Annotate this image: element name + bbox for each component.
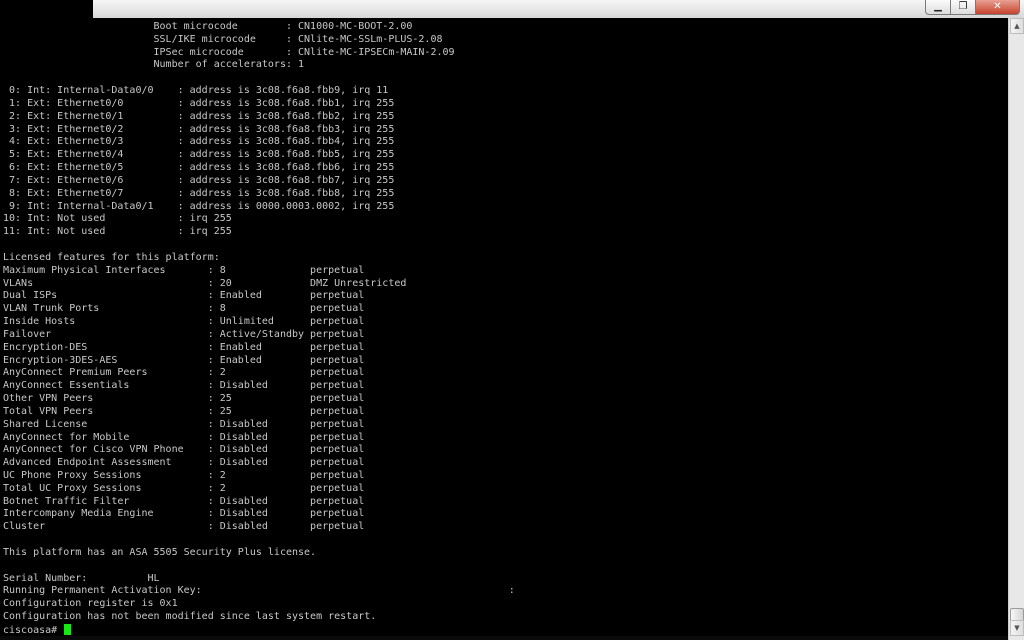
terminal-line: VLANs : 20 DMZ Unrestricted	[3, 277, 407, 289]
terminal-line: AnyConnect Premium Peers : 2 perpetual	[3, 367, 365, 379]
terminal-line: UC Phone Proxy Sessions : 2 perpetual	[3, 469, 365, 481]
terminal-line: Running Permanent Activation Key: :	[3, 585, 515, 597]
terminal-lines: Boot microcode : CN1000-MC-BOOT-2.00 SSL…	[0, 18, 1008, 636]
terminal-line: SSL/IKE microcode : CNlite-MC-SSLm-PLUS-…	[3, 33, 443, 45]
terminal-line: Cluster : Disabled perpetual	[3, 521, 365, 533]
vertical-scrollbar[interactable]: ▲ ▼	[1008, 18, 1024, 640]
terminal-line: This platform has an ASA 5505 Security P…	[3, 546, 317, 558]
text-cursor	[64, 623, 72, 635]
terminal-line: AnyConnect for Cisco VPN Phone : Disable…	[3, 444, 365, 456]
terminal-line: Botnet Traffic Filter : Disabled perpetu…	[3, 495, 365, 507]
terminal-line: Encryption-DES : Enabled perpetual	[3, 341, 365, 353]
terminal-line: Intercompany Media Engine : Disabled per…	[3, 508, 365, 520]
terminal-line: Encryption-3DES-AES : Enabled perpetual	[3, 354, 365, 366]
scroll-down-button[interactable]: ▼	[1010, 620, 1024, 636]
window-controls: ▁ ❐ ✕	[925, 0, 1020, 16]
terminal-line: 9: Int: Internal-Data0/1 : address is 00…	[3, 200, 395, 212]
terminal-line: Licensed features for this platform:	[3, 251, 220, 263]
close-icon: ✕	[993, 1, 1002, 12]
terminal-line: 10: Int: Not used : irq 255	[3, 213, 232, 225]
terminal-line: Failover : Active/Standby perpetual	[3, 328, 365, 340]
terminal-line: Shared License : Disabled perpetual	[3, 418, 365, 430]
terminal-line: Configuration register is 0x1	[3, 598, 178, 610]
arrow-down-icon: ▼	[1014, 624, 1020, 632]
prompt-text: ciscoasa#	[3, 624, 64, 636]
terminal-line: AnyConnect Essentials : Disabled perpetu…	[3, 380, 365, 392]
terminal-line: 1: Ext: Ethernet0/0 : address is 3c08.f6…	[3, 97, 395, 109]
terminal-line: Configuration has not been modified sinc…	[3, 611, 377, 623]
arrow-up-icon: ▲	[1014, 22, 1020, 30]
terminal-line: 3: Ext: Ethernet0/2 : address is 3c08.f6…	[3, 123, 395, 135]
command-prompt-line[interactable]: ciscoasa#	[3, 623, 1008, 636]
terminal-line: 2: Ext: Ethernet0/1 : address is 3c08.f6…	[3, 110, 395, 122]
terminal-line: 6: Ext: Ethernet0/5 : address is 3c08.f6…	[3, 162, 395, 174]
terminal-line: Dual ISPs : Enabled perpetual	[3, 290, 365, 302]
minimize-icon: ▁	[934, 1, 942, 12]
scroll-up-button[interactable]: ▲	[1010, 18, 1024, 34]
terminal-line: AnyConnect for Mobile : Disabled perpetu…	[3, 431, 365, 443]
terminal-line: Number of accelerators: 1	[3, 59, 305, 71]
terminal-line: 5: Ext: Ethernet0/4 : address is 3c08.f6…	[3, 149, 395, 161]
minimize-button[interactable]: ▁	[925, 0, 951, 15]
terminal-line: Inside Hosts : Unlimited perpetual	[3, 316, 365, 328]
terminal-line: Maximum Physical Interfaces : 8 perpetua…	[3, 264, 365, 276]
terminal-line: 7: Ext: Ethernet0/6 : address is 3c08.f6…	[3, 174, 395, 186]
bottom-edge	[0, 636, 1008, 640]
terminal-line: Boot microcode : CN1000-MC-BOOT-2.00	[3, 21, 413, 32]
terminal-line: Advanced Endpoint Assessment : Disabled …	[3, 457, 365, 469]
terminal-line: 0: Int: Internal-Data0/0 : address is 3c…	[3, 85, 389, 97]
window-title-bar[interactable]: ▁ ❐ ✕	[93, 0, 1024, 19]
terminal-line: VLAN Trunk Ports : 8 perpetual	[3, 303, 365, 315]
window-chrome-left	[0, 0, 93, 18]
terminal-line: 4: Ext: Ethernet0/3 : address is 3c08.f6…	[3, 136, 395, 148]
terminal-line: Total VPN Peers : 25 perpetual	[3, 405, 365, 417]
terminal-line: IPSec microcode : CNlite-MC-IPSECm-MAIN-…	[3, 46, 455, 58]
terminal-line: Other VPN Peers : 25 perpetual	[3, 393, 365, 405]
terminal-line: 11: Int: Not used : irq 255	[3, 226, 232, 238]
terminal-line: Serial Number: HL	[3, 572, 160, 584]
maximize-icon: ❐	[958, 1, 968, 12]
terminal-line: Total UC Proxy Sessions : 2 perpetual	[3, 482, 365, 494]
close-button[interactable]: ✕	[976, 0, 1020, 15]
maximize-button[interactable]: ❐	[951, 0, 976, 15]
terminal-line: 8: Ext: Ethernet0/7 : address is 3c08.f6…	[3, 187, 395, 199]
terminal-output[interactable]: Boot microcode : CN1000-MC-BOOT-2.00 SSL…	[0, 18, 1008, 636]
